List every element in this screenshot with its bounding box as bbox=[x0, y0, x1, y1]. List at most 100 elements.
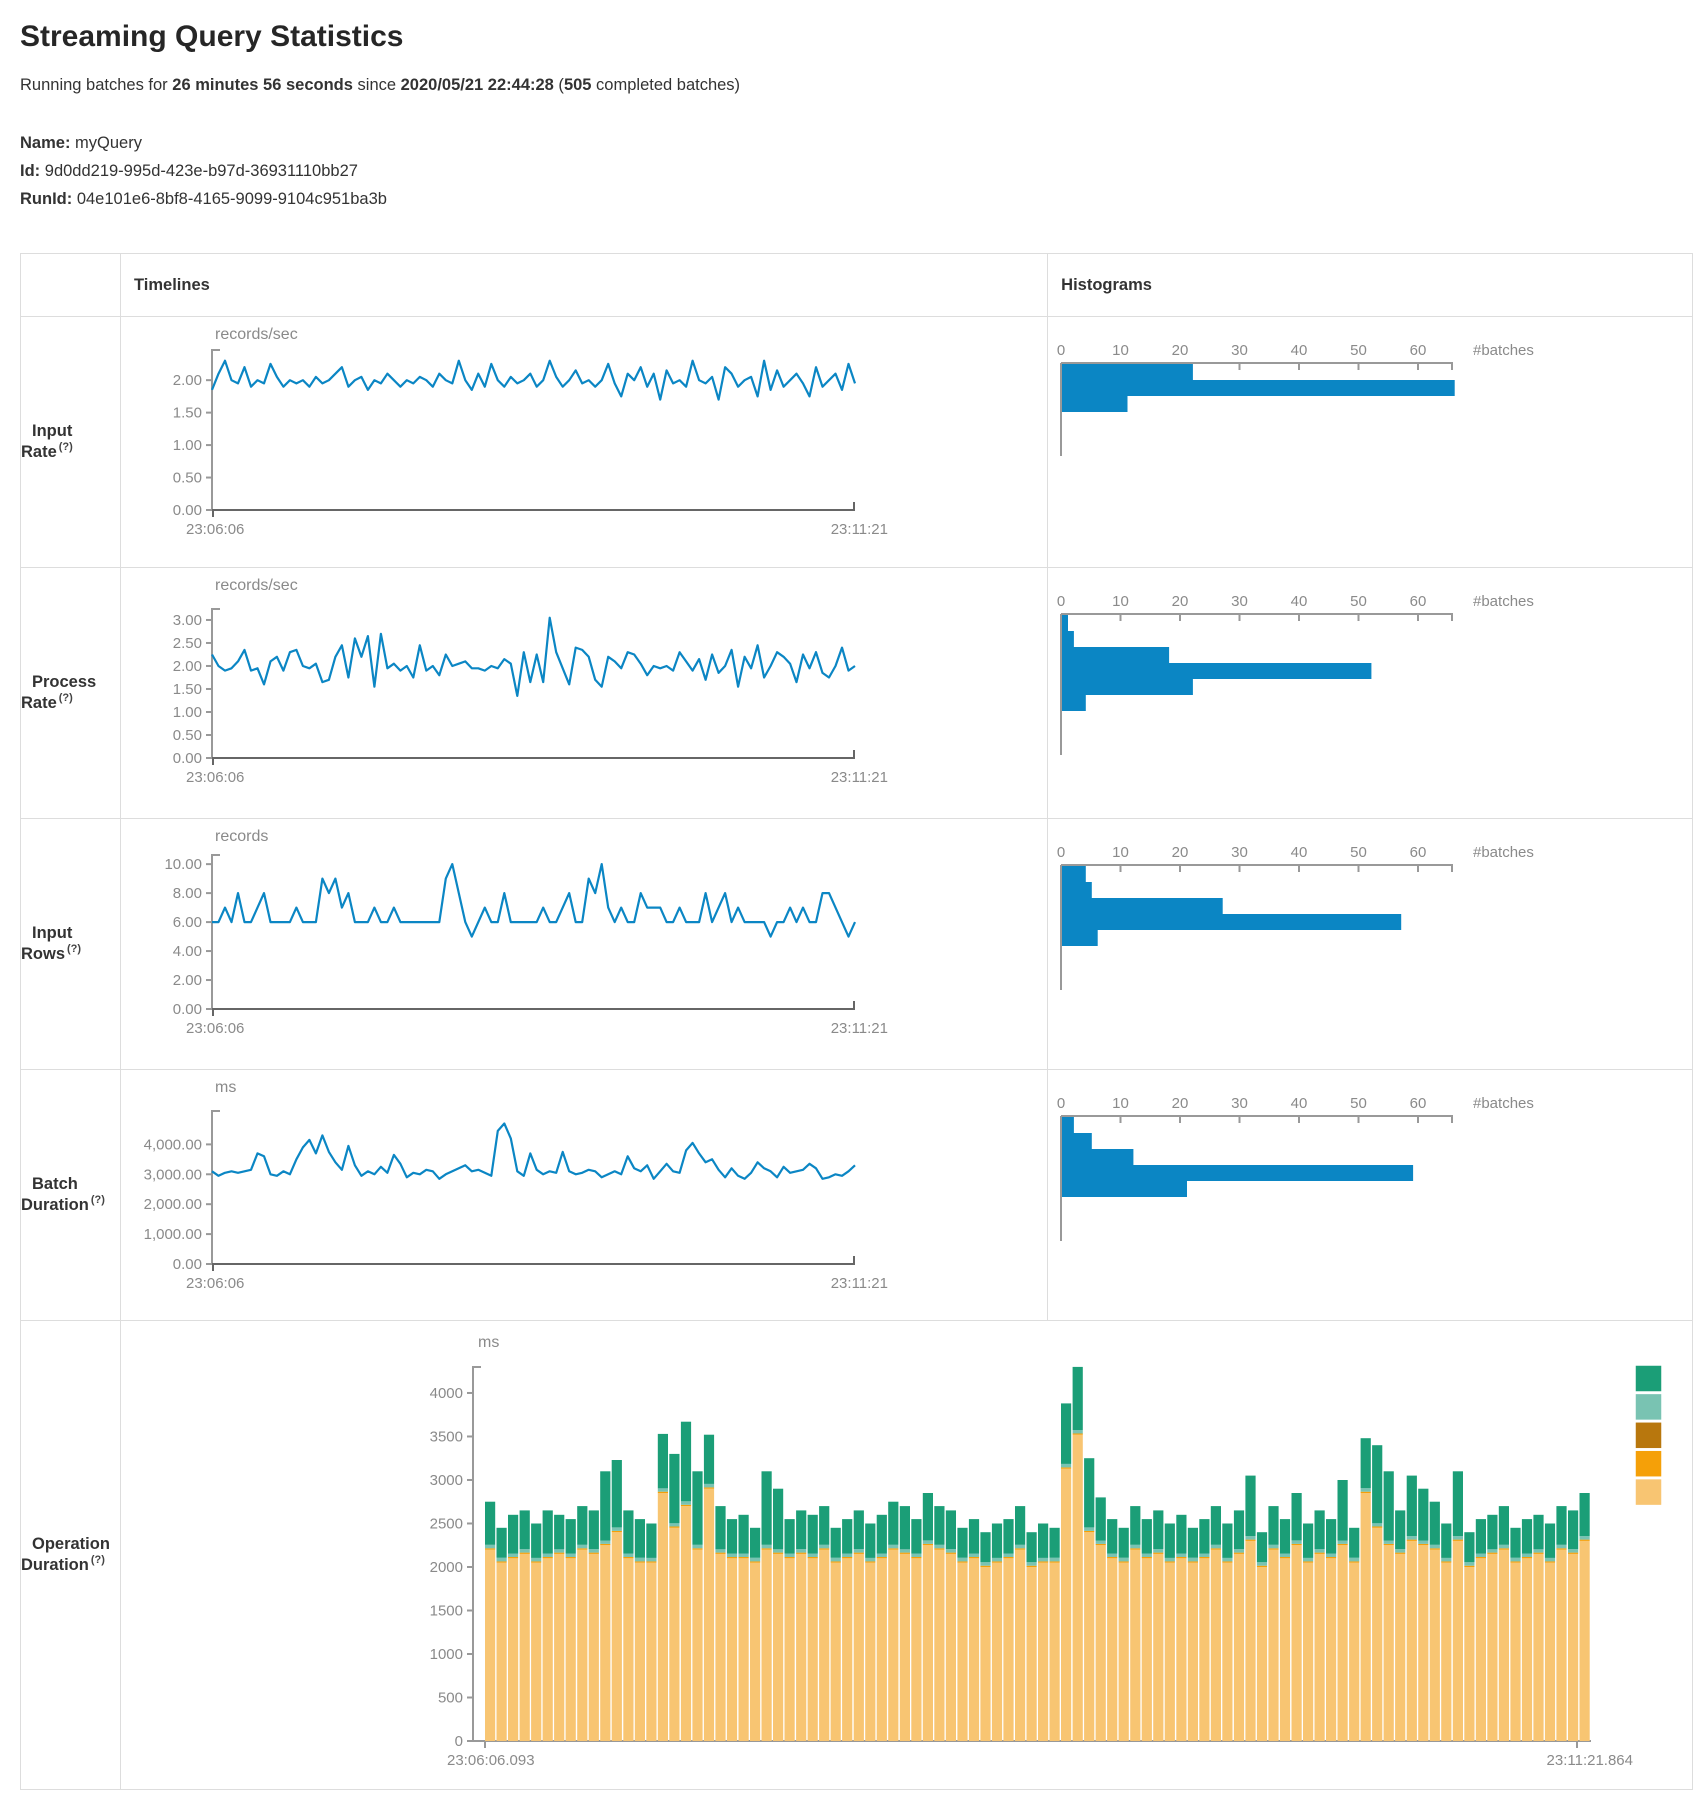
input-rows-help-icon[interactable]: (?) bbox=[67, 943, 81, 955]
table-row-input-rows: Input Rows(?) records10.008.006.004.002.… bbox=[21, 819, 1693, 1070]
svg-text:10: 10 bbox=[1112, 342, 1129, 359]
svg-text:0: 0 bbox=[455, 1733, 463, 1750]
svg-text:23:06:06: 23:06:06 bbox=[186, 1275, 244, 1292]
query-name-label: Name: bbox=[20, 134, 70, 152]
query-meta: Name: myQuery Id: 9d0dd219-995d-423e-b97… bbox=[20, 129, 1693, 213]
svg-text:1500: 1500 bbox=[430, 1602, 463, 1619]
batch-duration-help-icon[interactable]: (?) bbox=[91, 1194, 105, 1206]
svg-text:23:11:21: 23:11:21 bbox=[831, 521, 888, 538]
batch-duration-label-cell: Batch Duration(?) bbox=[21, 1070, 121, 1321]
process-rate-histogram-chart: 0102030405060#batches bbox=[1048, 568, 1584, 818]
svg-text:23:06:06: 23:06:06 bbox=[186, 769, 244, 786]
query-id-value: 9d0dd219-995d-423e-b97d-36931110bb27 bbox=[45, 162, 358, 180]
svg-text:1.50: 1.50 bbox=[173, 405, 202, 422]
svg-text:2.00: 2.00 bbox=[173, 972, 202, 989]
run-start-timestamp: 2020/05/21 22:44:28 bbox=[401, 76, 554, 94]
input-rows-timeline-cell: records10.008.006.004.002.000.0023:06:06… bbox=[121, 819, 1048, 1070]
header-empty-cell bbox=[21, 254, 121, 317]
process-rate-label-cell: Process Rate(?) bbox=[21, 568, 121, 819]
query-runid-label: RunId: bbox=[20, 190, 72, 208]
svg-text:20: 20 bbox=[1172, 593, 1189, 610]
svg-text:#batches: #batches bbox=[1473, 593, 1534, 610]
svg-text:10: 10 bbox=[1112, 1095, 1129, 1112]
svg-text:2000: 2000 bbox=[430, 1559, 463, 1576]
svg-text:23:11:21: 23:11:21 bbox=[831, 769, 888, 786]
svg-text:40: 40 bbox=[1291, 844, 1308, 861]
run-summary-open: ( bbox=[554, 76, 564, 94]
svg-text:30: 30 bbox=[1231, 342, 1248, 359]
histograms-header-cell: Histograms bbox=[1048, 254, 1693, 317]
svg-text:records: records bbox=[215, 828, 268, 845]
svg-text:2500: 2500 bbox=[430, 1515, 463, 1532]
run-summary-prefix: Running batches for bbox=[20, 76, 172, 94]
query-runid-line: RunId: 04e101e6-8bf8-4165-9099-9104c951b… bbox=[20, 185, 1693, 213]
svg-text:50: 50 bbox=[1350, 593, 1367, 610]
svg-text:1.50: 1.50 bbox=[173, 681, 202, 698]
run-duration: 26 minutes 56 seconds bbox=[172, 76, 353, 94]
svg-text:1000: 1000 bbox=[430, 1646, 463, 1663]
svg-text:30: 30 bbox=[1231, 844, 1248, 861]
svg-text:2,000.00: 2,000.00 bbox=[144, 1196, 202, 1213]
svg-text:4,000.00: 4,000.00 bbox=[144, 1136, 202, 1153]
svg-text:23:06:06: 23:06:06 bbox=[186, 1020, 244, 1037]
svg-text:4.00: 4.00 bbox=[173, 943, 202, 960]
batch-duration-timeline-chart: ms4,000.003,000.002,000.001,000.000.0023… bbox=[121, 1070, 893, 1320]
batch-duration-histogram-chart: 0102030405060#batches bbox=[1048, 1070, 1584, 1320]
svg-text:23:11:21: 23:11:21 bbox=[831, 1275, 888, 1292]
process-rate-help-icon[interactable]: (?) bbox=[59, 692, 73, 704]
input-rate-label-cell: Input Rate(?) bbox=[21, 317, 121, 568]
svg-text:60: 60 bbox=[1410, 844, 1427, 861]
svg-text:0: 0 bbox=[1057, 342, 1065, 359]
svg-text:1.00: 1.00 bbox=[173, 437, 202, 454]
input-rows-histogram-chart: 0102030405060#batches bbox=[1048, 819, 1584, 1069]
svg-text:0.50: 0.50 bbox=[173, 470, 202, 487]
svg-text:0.00: 0.00 bbox=[173, 1001, 202, 1018]
svg-text:60: 60 bbox=[1410, 593, 1427, 610]
query-name-line: Name: myQuery bbox=[20, 129, 1693, 157]
svg-text:2.00: 2.00 bbox=[173, 658, 202, 675]
svg-text:6.00: 6.00 bbox=[173, 914, 202, 931]
batch-duration-timeline-cell: ms4,000.003,000.002,000.001,000.000.0023… bbox=[121, 1070, 1048, 1321]
statistics-table: Timelines Histograms Input Rate(?) recor… bbox=[20, 253, 1693, 1790]
svg-text:10.00: 10.00 bbox=[164, 856, 202, 873]
svg-text:#batches: #batches bbox=[1473, 1095, 1534, 1112]
input-rows-histogram-cell: 0102030405060#batches bbox=[1048, 819, 1693, 1070]
process-rate-timeline-chart: records/sec3.002.502.001.501.000.500.002… bbox=[121, 568, 893, 818]
query-id-label: Id: bbox=[20, 162, 40, 180]
svg-text:4000: 4000 bbox=[430, 1385, 463, 1402]
completed-batches-count: 505 bbox=[564, 76, 592, 94]
svg-text:1,000.00: 1,000.00 bbox=[144, 1226, 202, 1243]
table-header-row: Timelines Histograms bbox=[21, 254, 1693, 317]
svg-text:500: 500 bbox=[438, 1689, 463, 1706]
svg-text:50: 50 bbox=[1350, 1095, 1367, 1112]
svg-text:#batches: #batches bbox=[1473, 342, 1534, 359]
input-rows-timeline-chart: records10.008.006.004.002.000.0023:06:06… bbox=[121, 819, 893, 1069]
svg-text:60: 60 bbox=[1410, 342, 1427, 359]
table-row-input-rate: Input Rate(?) records/sec2.001.501.000.5… bbox=[21, 317, 1693, 568]
svg-text:23:11:21: 23:11:21 bbox=[831, 1020, 888, 1037]
svg-text:30: 30 bbox=[1231, 593, 1248, 610]
timelines-header-cell: Timelines bbox=[121, 254, 1048, 317]
operation-duration-stacked-chart: ms4000350030002500200015001000500023:06:… bbox=[121, 1321, 1692, 1789]
operation-duration-label-cell: Operation Duration(?) bbox=[21, 1321, 121, 1790]
histograms-header: Histograms bbox=[1048, 276, 1152, 294]
svg-text:2.00: 2.00 bbox=[173, 372, 202, 389]
svg-text:ms: ms bbox=[478, 1334, 499, 1351]
svg-text:20: 20 bbox=[1172, 844, 1189, 861]
operation-duration-help-icon[interactable]: (?) bbox=[91, 1554, 105, 1566]
svg-text:0: 0 bbox=[1057, 844, 1065, 861]
svg-text:23:11:21.864: 23:11:21.864 bbox=[1547, 1752, 1633, 1769]
svg-text:0: 0 bbox=[1057, 1095, 1065, 1112]
query-id-line: Id: 9d0dd219-995d-423e-b97d-36931110bb27 bbox=[20, 157, 1693, 185]
query-name-value: myQuery bbox=[75, 134, 142, 152]
table-row-batch-duration: Batch Duration(?) ms4,000.003,000.002,00… bbox=[21, 1070, 1693, 1321]
query-runid-value: 04e101e6-8bf8-4165-9099-9104c951ba3b bbox=[77, 190, 387, 208]
svg-text:2.50: 2.50 bbox=[173, 635, 202, 652]
svg-text:3,000.00: 3,000.00 bbox=[144, 1166, 202, 1183]
svg-text:23:06:06: 23:06:06 bbox=[186, 521, 244, 538]
svg-text:0: 0 bbox=[1057, 593, 1065, 610]
table-row-operation-duration: Operation Duration(?) ms4000350030002500… bbox=[21, 1321, 1693, 1790]
input-rate-help-icon[interactable]: (?) bbox=[59, 441, 73, 453]
svg-text:1.00: 1.00 bbox=[173, 704, 202, 721]
svg-text:0.50: 0.50 bbox=[173, 727, 202, 744]
